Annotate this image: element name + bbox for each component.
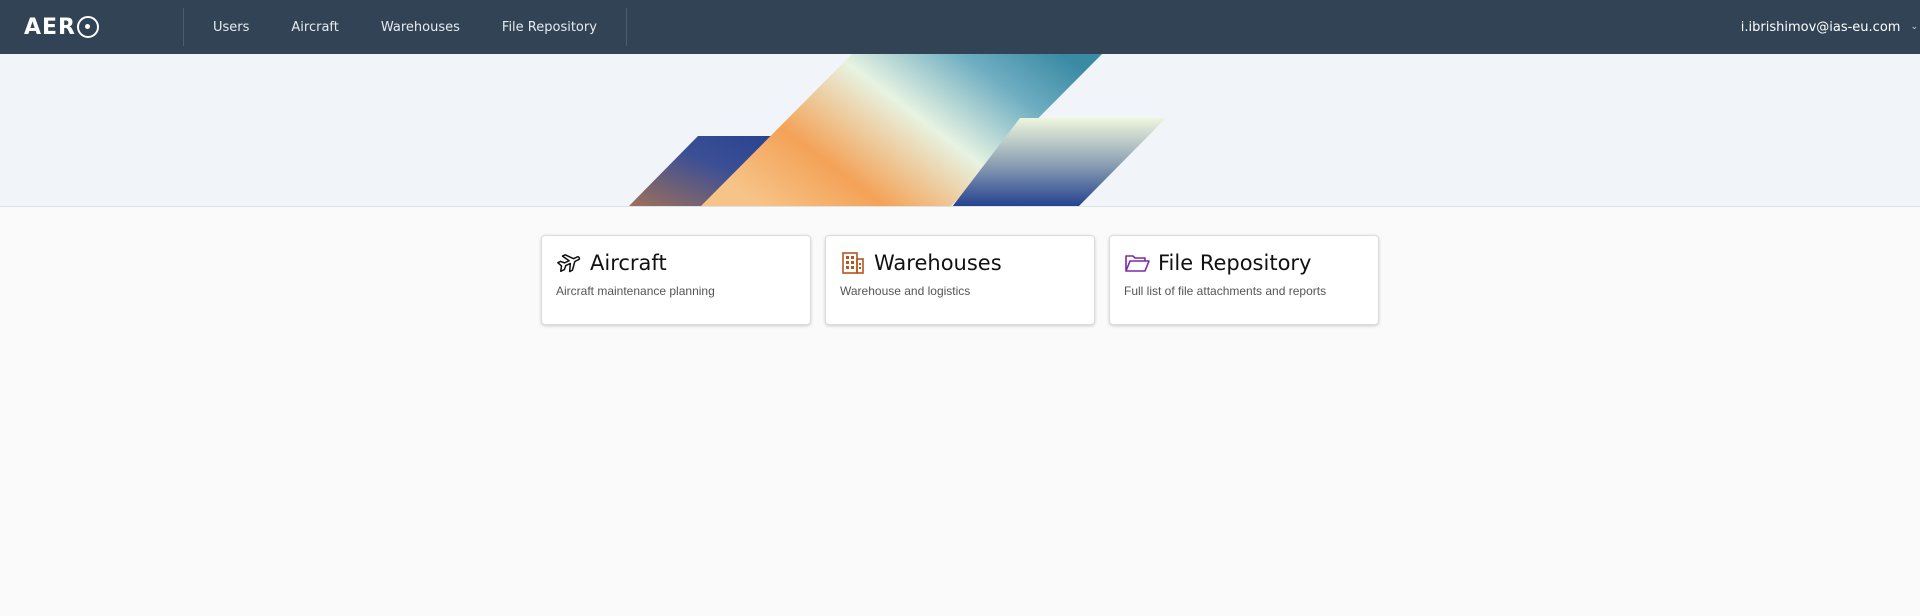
folder-open-icon (1124, 251, 1150, 275)
brand-logo[interactable]: AER (0, 0, 183, 54)
chevron-down-icon: ⌄ (1910, 22, 1918, 32)
top-navbar: AER Users Aircraft Warehouses File Repos… (0, 0, 1920, 54)
card-title: Aircraft (590, 251, 667, 275)
user-email: i.ibrishimov@ias-eu.com (1740, 19, 1901, 35)
card-title: Warehouses (874, 251, 1002, 275)
hero-banner (0, 54, 1920, 207)
building-icon (840, 251, 866, 275)
nav-link-file-repository[interactable]: File Repository (481, 0, 618, 54)
nav-link-warehouses[interactable]: Warehouses (360, 0, 481, 54)
brand-text: AER (24, 14, 76, 40)
card-description: Full list of file attachments and report… (1124, 284, 1327, 298)
card-title: File Repository (1158, 251, 1312, 275)
card-file-repository[interactable]: File Repository Full list of file attach… (1109, 235, 1379, 325)
main-nav: Users Aircraft Warehouses File Repositor… (184, 0, 626, 54)
nav-divider-right (625, 8, 627, 46)
card-warehouses[interactable]: Warehouses Warehouse and logistics (825, 235, 1095, 325)
nav-link-users[interactable]: Users (192, 0, 270, 54)
app-cards: Aircraft Aircraft maintenance planning W… (541, 235, 1379, 325)
nav-link-aircraft[interactable]: Aircraft (270, 0, 359, 54)
logo-circle-icon (77, 16, 99, 38)
plane-icon (556, 251, 582, 275)
card-aircraft[interactable]: Aircraft Aircraft maintenance planning (541, 235, 811, 325)
card-description: Aircraft maintenance planning (556, 284, 715, 298)
card-description: Warehouse and logistics (840, 284, 971, 298)
user-menu[interactable]: i.ibrishimov@ias-eu.com ⌄ (1741, 0, 1920, 54)
hero-stripes-graphic (628, 54, 1166, 206)
